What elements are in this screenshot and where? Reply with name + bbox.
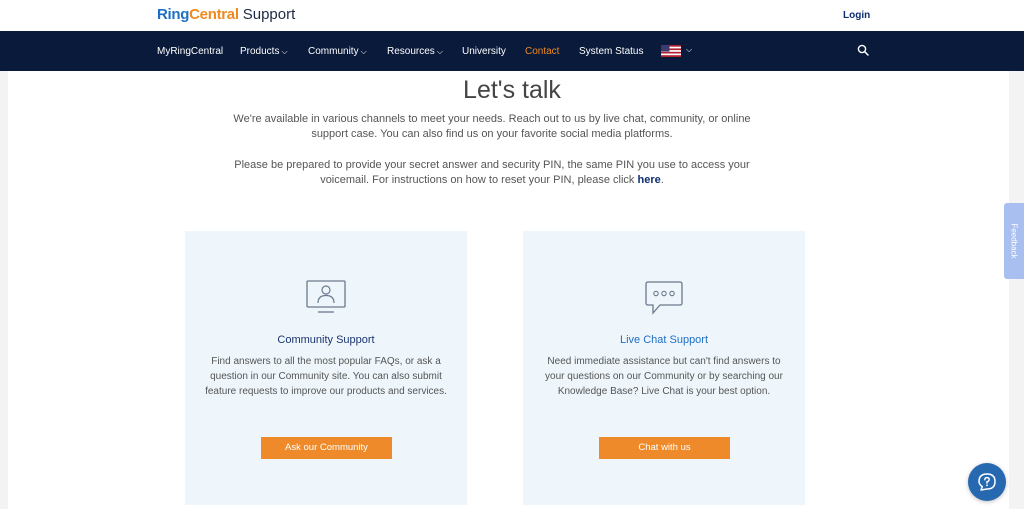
nav-item-resources[interactable]: Resources ⌵ bbox=[387, 46, 443, 57]
monitor-user-icon bbox=[306, 280, 346, 313]
nav-item-university[interactable]: University bbox=[462, 46, 506, 57]
nav-item-products[interactable]: Products ⌵ bbox=[240, 46, 288, 57]
search-icon[interactable] bbox=[857, 44, 869, 56]
chevron-down-icon: ⌵ bbox=[436, 47, 443, 56]
nav-item-contact[interactable]: Contact bbox=[525, 46, 559, 57]
community-support-description: Find answers to all the most popular FAQ… bbox=[205, 356, 447, 397]
pin-instructions-paragraph: Please be prepared to provide your secre… bbox=[234, 159, 750, 186]
feedback-tab[interactable]: Feedback bbox=[1004, 203, 1024, 279]
nav-item-myringcentral[interactable]: MyRingCentral bbox=[157, 46, 223, 57]
help-chat-icon bbox=[978, 473, 996, 491]
page-title: Let's talk bbox=[463, 76, 561, 104]
live-chat-support-title: Live Chat Support bbox=[619, 334, 709, 346]
reset-pin-link[interactable]: here bbox=[638, 174, 661, 186]
intro-paragraph: We're available in various channels to m… bbox=[233, 113, 751, 140]
top-header: RingCentral Support Login bbox=[0, 0, 1024, 31]
chat-with-us-button[interactable]: Chat with us bbox=[599, 437, 730, 459]
ringcentral-support-logo[interactable]: RingCentral Support bbox=[157, 6, 295, 23]
main-navigation: MyRingCentral Products ⌵ Community ⌵ Resou… bbox=[0, 31, 1024, 71]
chevron-down-icon: ⌵ bbox=[360, 47, 367, 56]
live-chat-support-card: Live Chat Support Need immediate assista… bbox=[523, 231, 805, 505]
chevron-down-icon: ⌵ bbox=[281, 47, 288, 56]
live-chat-support-description: Need immediate assistance but can't find… bbox=[545, 356, 783, 397]
community-support-card: Community Support Find answers to all th… bbox=[185, 231, 467, 505]
language-chevron-down-icon[interactable]: ⌵ bbox=[686, 45, 692, 55]
nav-item-community[interactable]: Community ⌵ bbox=[308, 46, 367, 57]
login-link[interactable]: Login bbox=[843, 10, 870, 21]
us-flag-icon[interactable] bbox=[661, 45, 681, 57]
help-chat-button[interactable] bbox=[968, 463, 1006, 501]
community-support-title: Community Support bbox=[277, 334, 375, 346]
nav-item-system-status[interactable]: System Status bbox=[579, 46, 643, 57]
chat-bubble-icon bbox=[645, 281, 683, 315]
ask-our-community-button[interactable]: Ask our Community bbox=[261, 437, 392, 459]
